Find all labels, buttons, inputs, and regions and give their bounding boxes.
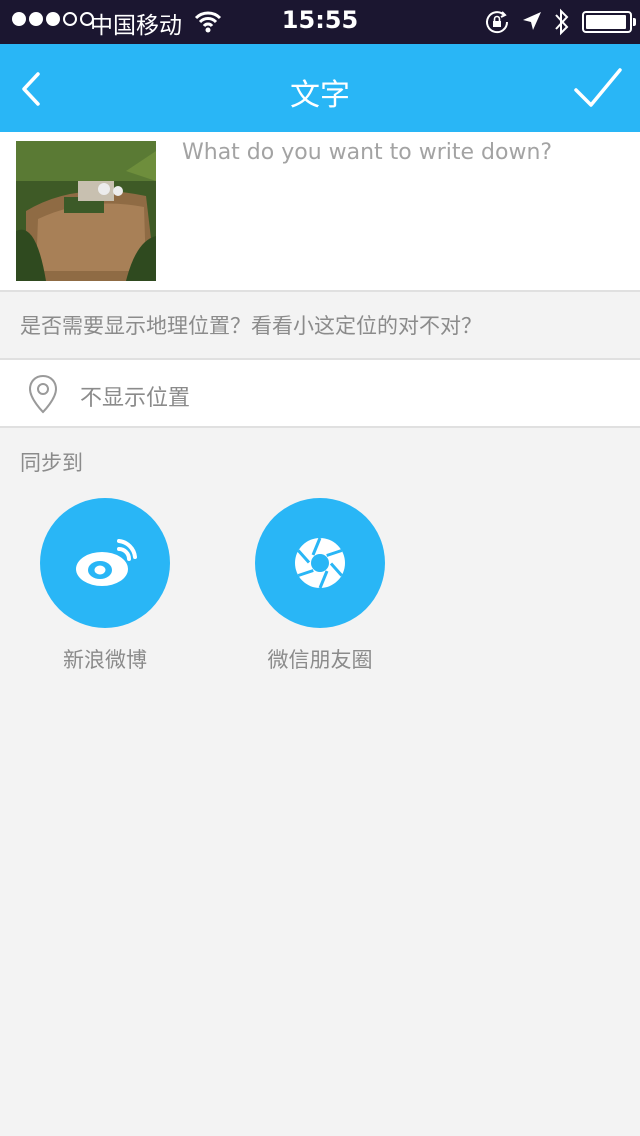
weibo-circle (40, 498, 170, 628)
bluetooth-icon (555, 8, 569, 36)
share-weibo-button[interactable]: 新浪微博 (40, 498, 170, 674)
chevron-left-icon (22, 72, 40, 106)
sync-label: 同步到 (20, 451, 83, 475)
share-wechat-moments-button[interactable]: 微信朋友圈 (255, 498, 385, 674)
page-title: 文字 (290, 78, 350, 113)
done-button[interactable] (572, 64, 624, 114)
location-prompt: 是否需要显示地理位置？看看小这定位的对不对？ (20, 314, 482, 338)
location-value: 不显示位置 (80, 386, 191, 411)
compose-text-input[interactable] (182, 140, 622, 280)
navigation-bar: 文字 (0, 44, 640, 132)
wechat-moments-circle (255, 498, 385, 628)
rotation-lock-icon (486, 11, 509, 34)
share-wechat-moments-label: 微信朋友圈 (267, 648, 373, 672)
battery-icon (582, 11, 636, 33)
weibo-icon (76, 539, 137, 586)
photo-content (16, 141, 156, 281)
back-button[interactable] (12, 66, 56, 110)
location-services-icon (523, 12, 541, 30)
compose-area (0, 132, 640, 292)
checkmark-icon (574, 68, 622, 107)
location-pin-icon (28, 374, 58, 414)
share-weibo-label: 新浪微博 (63, 648, 147, 672)
status-bar: 中国移动 15:55 (0, 0, 640, 44)
wechat-moments-icon (295, 537, 345, 589)
attached-photo[interactable] (16, 141, 156, 281)
location-selector[interactable]: 不显示位置 (0, 358, 640, 428)
